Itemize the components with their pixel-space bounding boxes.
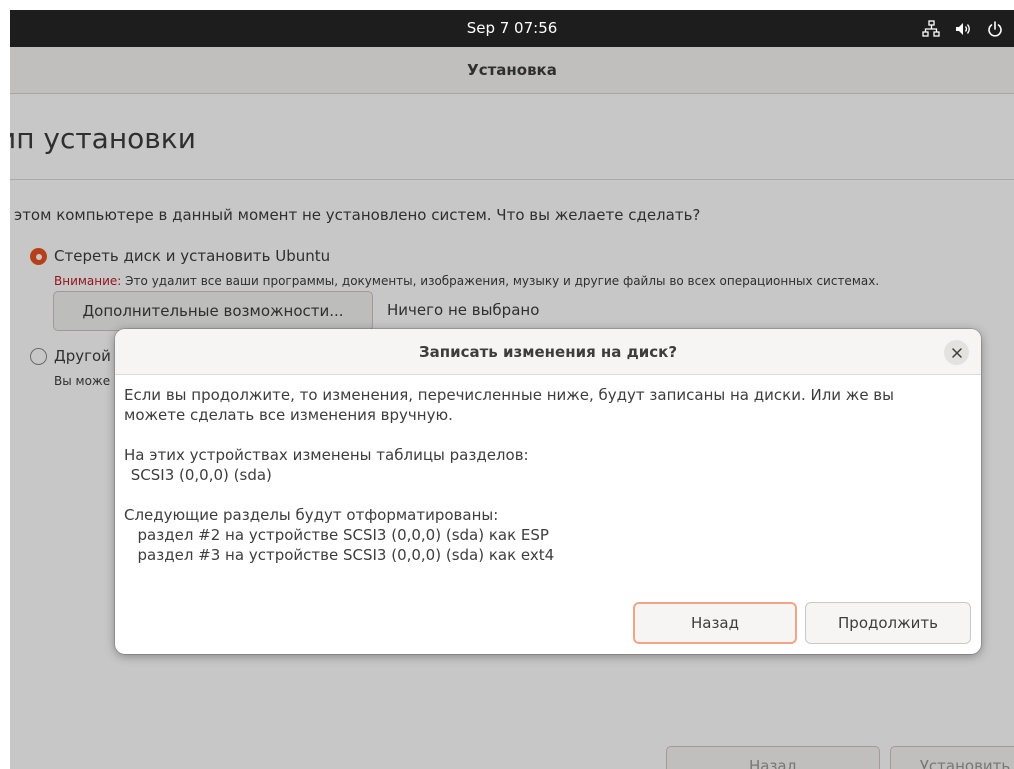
partition-tables-header: На этих устройствах изменены таблицы раз…	[124, 446, 529, 464]
system-tray[interactable]	[922, 10, 1004, 47]
dialog-header: Записать изменения на диск?	[115, 329, 981, 375]
dialog-back-button[interactable]: Назад	[633, 602, 797, 644]
volume-icon[interactable]	[954, 20, 972, 38]
dialog-continue-button[interactable]: Продолжить	[805, 602, 971, 644]
format-header: Следующие разделы будут отформатированы:	[124, 506, 499, 524]
dialog-intro-line: Если вы продолжите, то изменения, перечи…	[124, 386, 894, 404]
top-bar: Sep 7 07:56	[10, 10, 1014, 47]
dialog-title: Записать изменения на диск?	[418, 343, 678, 361]
desktop-screen: Sep 7 07:56 Установка ип установки а это…	[0, 0, 1014, 769]
partition-table-item: SCSI3 (0,0,0) (sda)	[126, 466, 272, 484]
power-icon[interactable]	[986, 20, 1004, 38]
installer-window: Установка ип установки а этом компьютере…	[10, 47, 1014, 769]
dialog-body: Если вы продолжите, то изменения, перечи…	[124, 385, 974, 565]
clock[interactable]: Sep 7 07:56	[10, 10, 1014, 47]
dialog-intro-line: можете сделать все изменения вручную.	[124, 406, 453, 424]
format-item: раздел #2 на устройстве SCSI3 (0,0,0) (s…	[128, 526, 549, 544]
format-item: раздел #3 на устройстве SCSI3 (0,0,0) (s…	[128, 546, 555, 564]
close-icon[interactable]	[944, 340, 969, 365]
write-changes-dialog: Записать изменения на диск? Если вы прод…	[115, 329, 981, 654]
network-icon[interactable]	[922, 19, 940, 38]
